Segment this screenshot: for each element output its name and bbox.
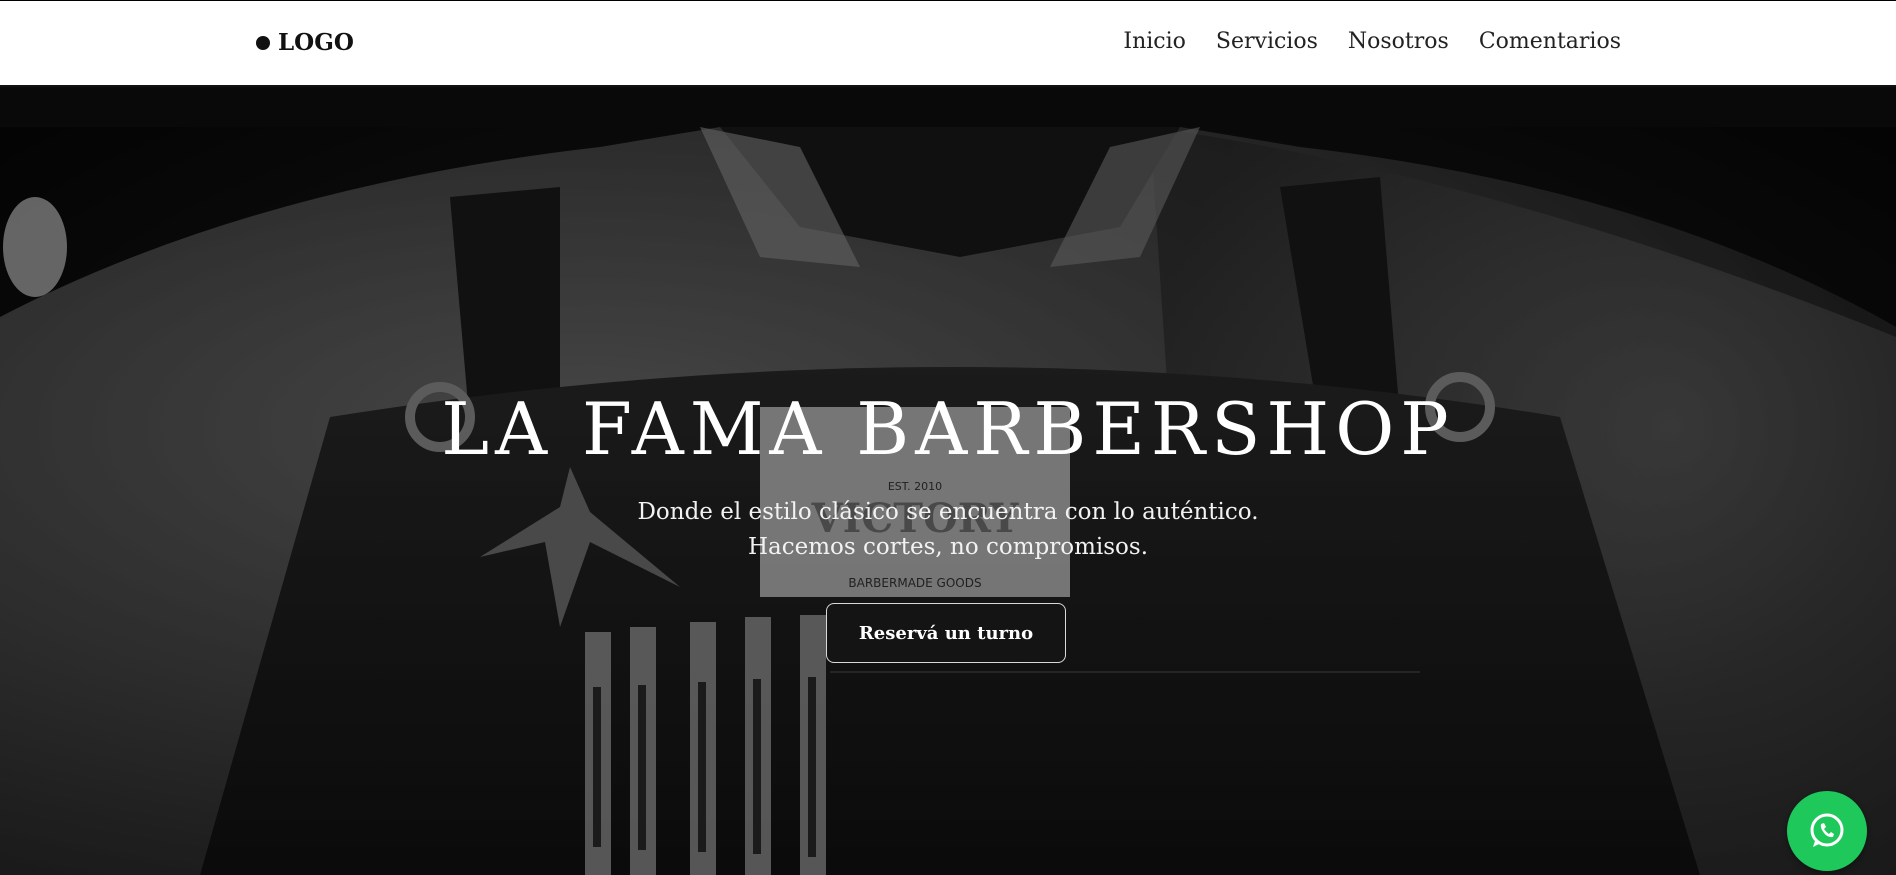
- logo-dot-icon: [256, 35, 270, 50]
- book-appointment-button[interactable]: Reservá un turno: [826, 603, 1066, 663]
- nav-link-inicio[interactable]: Inicio: [1123, 29, 1186, 54]
- hero-title: LA FAMA BARBERSHOP: [441, 387, 1455, 471]
- hero-subtitle: Donde el estilo clásico se encuentra con…: [0, 495, 1896, 565]
- nav-link-comentarios[interactable]: Comentarios: [1479, 29, 1621, 54]
- main-nav: Inicio Servicios Nosotros Comentarios: [1123, 29, 1621, 54]
- nav-link-servicios[interactable]: Servicios: [1216, 29, 1318, 54]
- whatsapp-button[interactable]: [1787, 791, 1867, 871]
- hero-overlay: [0, 87, 1896, 875]
- navbar: LOGO Inicio Servicios Nosotros Comentari…: [0, 1, 1896, 87]
- whatsapp-icon: [1810, 813, 1844, 847]
- nav-link-nosotros[interactable]: Nosotros: [1348, 29, 1449, 54]
- logo-text: LOGO: [278, 29, 354, 56]
- logo[interactable]: LOGO: [256, 29, 354, 56]
- hero-subtitle-line-2: Hacemos cortes, no compromisos.: [747, 534, 1149, 560]
- hero-section: EST. 2010 VICTORY BARBERMADE GOODS LA FA…: [0, 87, 1896, 875]
- hero-subtitle-line-1: Donde el estilo clásico se encuentra con…: [637, 499, 1259, 525]
